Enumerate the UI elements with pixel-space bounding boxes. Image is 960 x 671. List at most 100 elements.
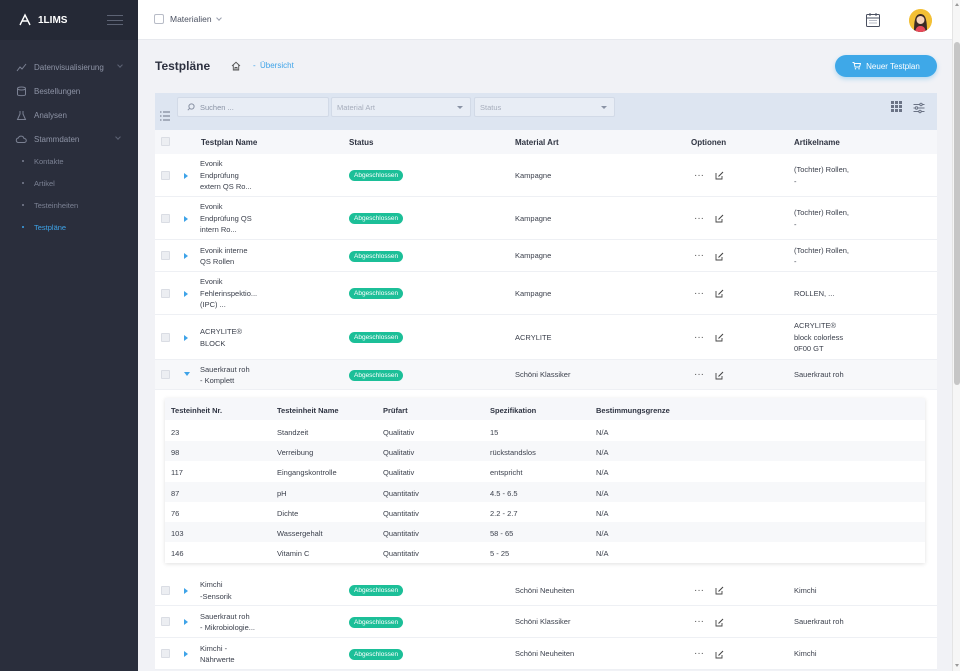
status-select[interactable]: Status [474,97,615,117]
testplan-name[interactable]: Kimchi - Nährwerte [200,643,235,666]
scrollbar-thumb[interactable] [954,42,960,385]
testplan-name-line: Evonik interne [200,245,248,255]
edit-icon[interactable] [715,252,724,261]
row-checkbox[interactable] [161,332,170,342]
subtable-row[interactable]: 146 Vitamin C Quantitativ 5 - 25 N/A [165,542,925,562]
material-art-select[interactable]: Material Art [331,97,471,117]
more-options-icon[interactable]: ··· [694,170,704,180]
edit-icon[interactable] [715,214,724,223]
testplan-name-line: intern Ro... [200,225,237,235]
table-row[interactable]: Sauerkraut roh - Komplett Abgeschlossen Sch… [155,360,937,390]
sidebar-item-datenvisualisierung[interactable]: Datenvisualisierung [0,57,138,77]
select-all-checkbox[interactable] [161,137,170,146]
testunit-name: Dichte [277,508,299,518]
sidebar-item-analysen[interactable]: Analysen [0,105,138,125]
new-testplan-button[interactable]: Neuer Testplan [835,55,937,77]
testplan-name[interactable]: Evonik Endprüfung QS intern Ro... [200,201,252,236]
module-switcher[interactable]: Materialien [154,14,222,24]
collapse-row-icon[interactable] [184,372,190,376]
testplan-name[interactable]: Evonik Endprüfung extern QS Ro... [200,158,252,193]
breadcrumb-separator: - [253,61,256,70]
bullet-icon [22,204,24,206]
more-options-icon[interactable]: ··· [694,332,704,342]
grid-view-icon[interactable] [891,101,902,112]
edit-icon[interactable] [715,171,724,180]
table-row[interactable]: Evonik Fehlerinspektio... (IPC) ... Abgesch… [155,272,937,315]
more-options-icon[interactable]: ··· [694,370,704,380]
subtable-row[interactable]: 87 pH Quantitativ 4.5 - 6.5 N/A [165,481,925,502]
testplan-name-line: Endprüfung [200,170,239,180]
sidebar-subitem-artikel[interactable]: Artikel [22,175,55,191]
sidebar-subitem-testeinheiten[interactable]: Testeinheiten [22,197,78,213]
row-checkbox[interactable] [161,288,170,298]
filter-settings-icon[interactable] [913,102,925,114]
sidebar-item-bestellungen[interactable]: Bestellungen [0,81,138,101]
sidebar-subitem-kontakte[interactable]: Kontakte [22,153,64,169]
table-row[interactable]: Evonik interne QS Rollen Abgeschlossen Kamp… [155,240,937,272]
edit-icon[interactable] [715,650,724,659]
row-checkbox[interactable] [161,170,170,180]
table-row[interactable]: Kimchi -Sensorik Abgeschlossen Schöni Neuhe… [155,575,937,606]
row-checkbox[interactable] [161,585,170,595]
column-header-name[interactable]: Testplan Name [201,138,257,147]
edit-icon[interactable] [715,371,724,380]
edit-icon[interactable] [715,586,724,595]
table-row[interactable]: ACRYLITE® BLOCK Abgeschlossen ACRYLITE ··· AC… [155,315,937,360]
subtable-row[interactable]: 117 Eingangskontrolle Qualitativ entspricht… [165,461,925,481]
subtable-row[interactable]: 23 Standzeit Qualitativ 15 N/A [165,421,925,441]
more-options-icon[interactable]: ··· [694,649,704,659]
status-placeholder: Status [480,102,502,112]
more-options-icon[interactable]: ··· [694,288,704,298]
more-options-icon[interactable]: ··· [694,251,704,261]
page-scrollbar[interactable] [952,0,960,671]
expand-row-icon[interactable] [184,334,188,341]
edit-icon[interactable] [715,618,724,627]
row-checkbox[interactable] [161,370,170,379]
more-options-icon[interactable]: ··· [694,585,704,595]
testplan-name[interactable]: Sauerkraut roh - Komplett [200,364,250,387]
subtable-row[interactable]: 98 Verreibung Qualitativ rückstandslos N/A [165,441,925,462]
list-icon[interactable] [159,110,171,122]
more-options-icon[interactable]: ··· [694,617,704,627]
expand-row-icon[interactable] [184,619,188,625]
menu-toggle-icon[interactable] [107,15,123,25]
testplan-name[interactable]: Evonik Fehlerinspektio... (IPC) ... [200,276,257,311]
subtable-row[interactable]: 76 Dichte Quantitativ 2.2 - 2.7 N/A [165,502,925,522]
expand-row-icon[interactable] [184,587,188,594]
home-icon[interactable] [231,61,241,71]
testplan-name[interactable]: Sauerkraut roh - Mikrobiologie... [200,611,255,634]
breadcrumb[interactable]: Übersicht [260,61,294,70]
row-checkbox[interactable] [161,649,170,658]
row-checkbox[interactable] [161,251,170,260]
expand-row-icon[interactable] [184,172,188,179]
subtable-row[interactable]: 103 Wassergehalt Quantitativ 58 - 65 N/A [165,522,925,542]
table-row[interactable]: Kimchi - Nährwerte Abgeschlossen Schöni Neu… [155,638,937,670]
column-header-article[interactable]: Artikelname [794,138,840,147]
column-header-status[interactable]: Status [349,138,373,147]
row-checkbox[interactable] [161,617,170,626]
testplan-name[interactable]: Kimchi -Sensorik [200,579,232,602]
status-badge: Abgeschlossen [349,213,404,224]
sidebar-item-stammdaten[interactable]: Stammdaten [0,129,138,149]
search-input[interactable]: Suchen ... [177,97,329,117]
column-header-material[interactable]: Material Art [515,138,559,147]
edit-icon[interactable] [715,289,724,298]
expand-row-icon[interactable] [184,253,188,259]
more-options-icon[interactable]: ··· [694,213,704,223]
testunit-spezifikation: 58 - 65 [490,529,514,538]
avatar[interactable] [909,9,932,32]
testplan-name[interactable]: Evonik interne QS Rollen [200,245,248,268]
expand-row-icon[interactable] [184,215,188,222]
testplan-name[interactable]: ACRYLITE® BLOCK [200,326,242,349]
table-row[interactable]: Sauerkraut roh - Mikrobiologie... Abgeschl… [155,606,937,638]
scroll-up-icon[interactable] [955,3,959,6]
expand-row-icon[interactable] [184,651,188,657]
expand-row-icon[interactable] [184,290,188,297]
edit-icon[interactable] [715,333,724,342]
table-row[interactable]: Evonik Endprüfung extern QS Ro... Abgeschlo… [155,154,937,197]
table-row[interactable]: Evonik Endprüfung QS intern Ro... Abgeschlo… [155,197,937,240]
sidebar-subitem-testplaene[interactable]: Testpläne [22,219,66,235]
scroll-down-icon[interactable] [955,664,959,667]
calendar-icon[interactable] [865,12,881,28]
row-checkbox[interactable] [161,213,170,223]
